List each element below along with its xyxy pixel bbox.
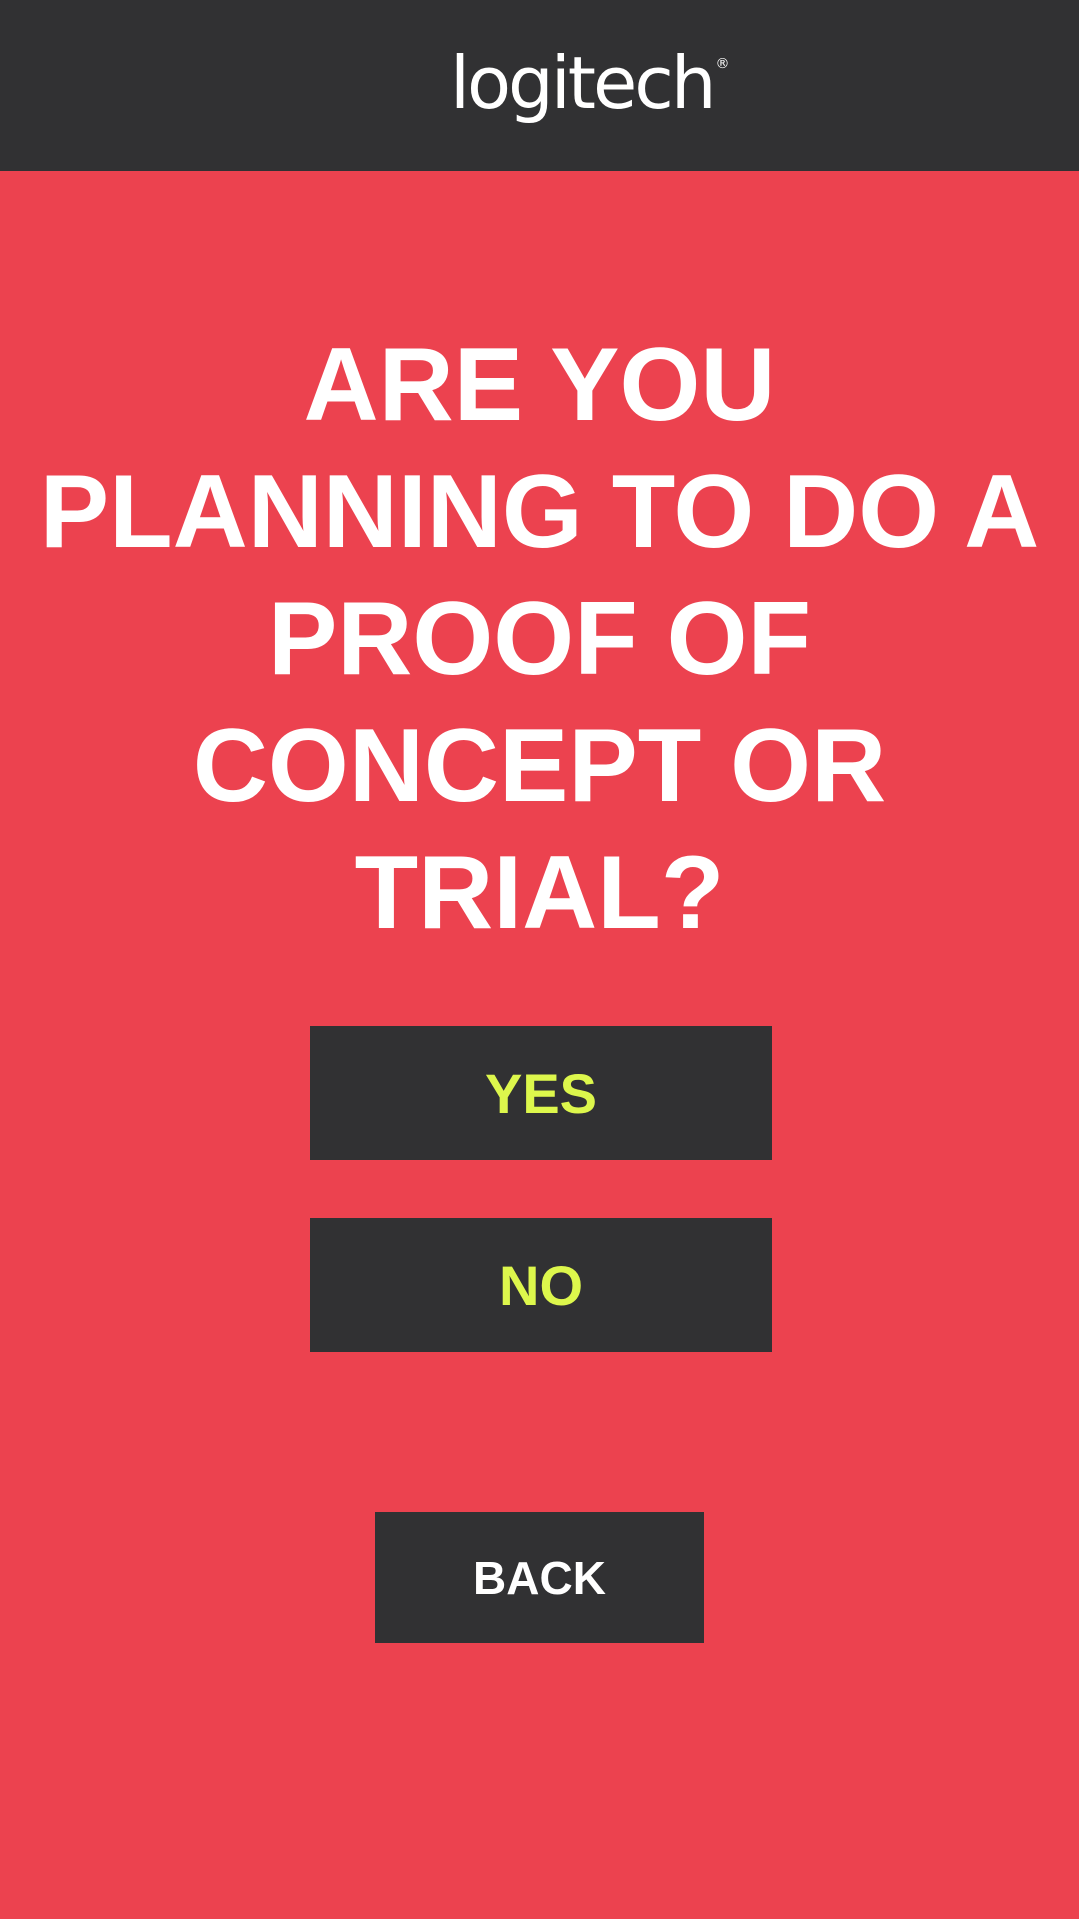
logo-wordmark: logitech bbox=[450, 41, 717, 125]
logitech-logo: logitech ® bbox=[450, 28, 730, 138]
question-heading: ARE YOU PLANNING TO DO A PROOF OF CONCEP… bbox=[39, 327, 1040, 951]
back-button[interactable]: BACK bbox=[375, 1512, 704, 1643]
yes-button[interactable]: YES bbox=[310, 1026, 772, 1160]
registered-mark: ® bbox=[715, 56, 730, 72]
header-bar: logitech ® bbox=[0, 0, 1079, 171]
no-button[interactable]: NO bbox=[310, 1218, 772, 1352]
